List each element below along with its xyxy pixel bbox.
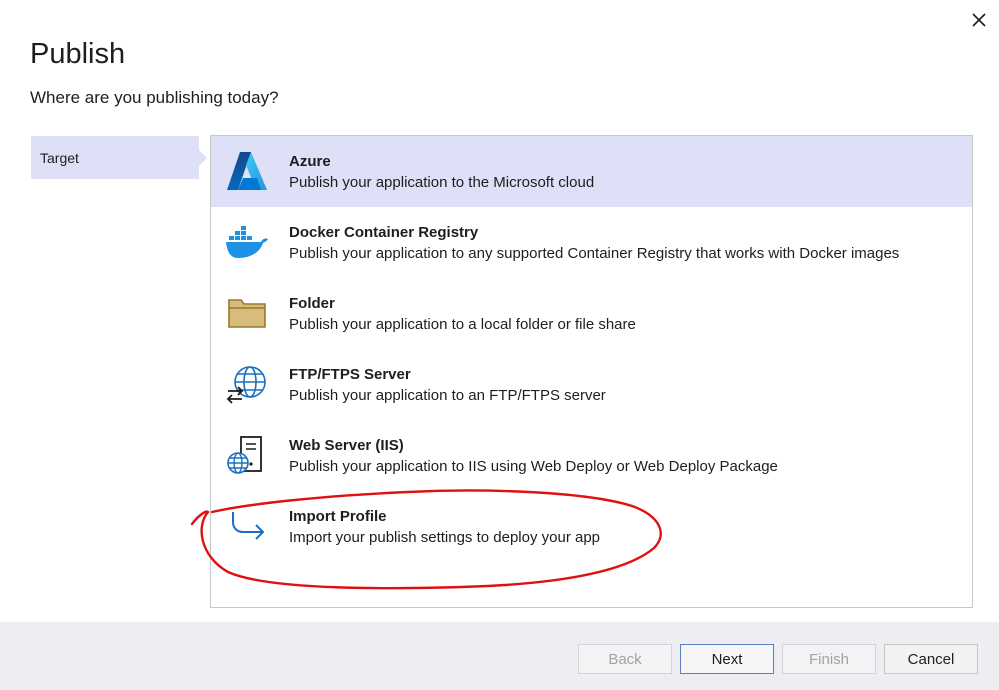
close-button[interactable]: [966, 8, 992, 32]
close-icon: [972, 13, 986, 27]
target-list: Azure Publish your application to the Mi…: [210, 135, 973, 608]
target-name: Folder: [289, 295, 335, 312]
target-description: Publish your application to a local fold…: [289, 316, 636, 333]
back-button[interactable]: Back: [578, 644, 672, 674]
target-name: Docker Container Registry: [289, 224, 479, 241]
import-arrow-icon: [225, 504, 269, 548]
target-name: FTP/FTPS Server: [289, 366, 411, 383]
target-option-ftp[interactable]: FTP/FTPS Server Publish your application…: [211, 349, 972, 420]
nav-item-label: Target: [40, 149, 79, 166]
target-option-azure[interactable]: Azure Publish your application to the Mi…: [211, 136, 972, 207]
target-option-folder[interactable]: Folder Publish your application to a loc…: [211, 278, 972, 349]
target-option-docker[interactable]: Docker Container Registry Publish your a…: [211, 207, 972, 278]
docker-whale-icon: [225, 220, 269, 264]
nav-item-target[interactable]: Target: [31, 136, 207, 179]
target-description: Import your publish settings to deploy y…: [289, 529, 601, 546]
cancel-button[interactable]: Cancel: [884, 644, 978, 674]
target-name: Import Profile: [289, 508, 387, 525]
target-name: Azure: [289, 153, 331, 170]
server-globe-icon: [225, 433, 269, 477]
target-description: Publish your application to an FTP/FTPS …: [289, 387, 606, 404]
globe-transfer-icon: [225, 362, 269, 406]
target-name: Web Server (IIS): [289, 437, 404, 454]
dialog-subtitle: Where are you publishing today?: [30, 88, 279, 107]
next-button[interactable]: Next: [680, 644, 774, 674]
target-description: Publish your application to the Microsof…: [289, 174, 595, 191]
target-description: Publish your application to IIS using We…: [289, 458, 778, 475]
azure-logo-icon: [225, 149, 269, 193]
dialog-title: Publish: [30, 38, 126, 70]
target-option-iis[interactable]: Web Server (IIS) Publish your applicatio…: [211, 420, 972, 491]
target-option-import-profile[interactable]: Import Profile Import your publish setti…: [211, 491, 972, 562]
folder-icon: [225, 291, 269, 335]
target-description: Publish your application to any supporte…: [289, 245, 900, 262]
finish-button[interactable]: Finish: [782, 644, 876, 674]
